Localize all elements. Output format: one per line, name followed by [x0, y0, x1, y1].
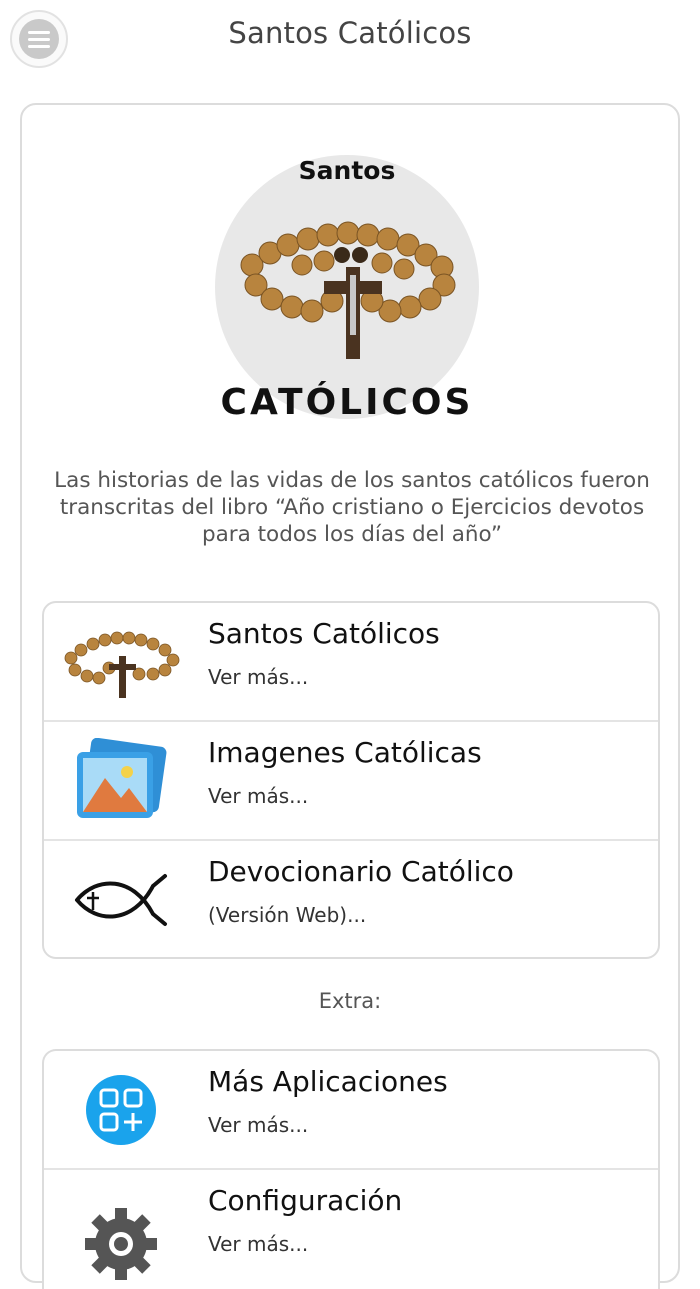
- item-subtitle: (Versión Web)...: [208, 903, 367, 927]
- gear-icon: [56, 1184, 186, 1280]
- item-title: Santos Católicos: [208, 617, 440, 650]
- description-text: Las historias de las vidas de los santos…: [54, 468, 650, 547]
- extra-menu-list: Más Aplicaciones Ver más... Configuració…: [42, 1049, 660, 1289]
- list-item-devocionario[interactable]: Devocionario Católico (Versión Web)...: [44, 841, 658, 957]
- rosary-icon: [240, 221, 456, 359]
- app-logo: Santos CATÓLICOS: [212, 150, 482, 430]
- top-bar: Santos Católicos: [0, 0, 700, 70]
- rosary-icon: [56, 617, 186, 707]
- picture-icon: [56, 736, 186, 826]
- main-menu-list: Santos Católicos Ver más... Imagenes Cat…: [42, 601, 660, 959]
- logo-top-text: Santos: [298, 156, 396, 185]
- extra-section-label: Extra:: [318, 989, 382, 1013]
- logo-bottom-text: CATÓLICOS: [220, 382, 474, 423]
- item-subtitle: Ver más...: [208, 784, 309, 808]
- item-title: Imagenes Católicas: [208, 736, 482, 769]
- page-title: Santos Católicos: [228, 16, 472, 50]
- apps-grid-icon: [56, 1065, 186, 1155]
- list-item-imagenes[interactable]: Imagenes Católicas Ver más...: [44, 722, 658, 841]
- item-title: Configuración: [208, 1184, 403, 1217]
- item-subtitle: Ver más...: [208, 1113, 309, 1137]
- main-card: Santos CATÓLICOS Las historias de las vi…: [20, 103, 680, 1289]
- item-subtitle: Ver más...: [208, 665, 309, 689]
- list-item-configuracion[interactable]: Configuración Ver más...: [44, 1170, 658, 1289]
- list-item-mas-aplicaciones[interactable]: Más Aplicaciones Ver más...: [44, 1051, 658, 1170]
- ichthys-fish-icon: [56, 855, 186, 945]
- item-subtitle: Ver más...: [208, 1232, 309, 1256]
- list-item-santos[interactable]: Santos Católicos Ver más...: [44, 603, 658, 722]
- item-title: Devocionario Católico: [208, 855, 514, 888]
- item-title: Más Aplicaciones: [208, 1065, 448, 1098]
